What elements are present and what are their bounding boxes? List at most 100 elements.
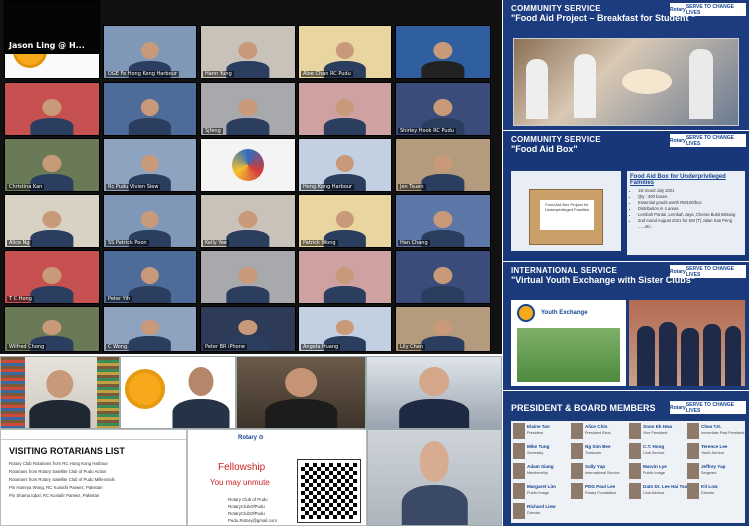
participant-tile[interactable] bbox=[4, 82, 100, 136]
member-photo bbox=[571, 483, 583, 499]
member-role: Club Service bbox=[643, 451, 665, 455]
participant-tile[interactable]: Angela Huang bbox=[298, 306, 392, 352]
member-name: Alice Chin bbox=[585, 424, 608, 429]
youth-exchange-card: Youth Exchange bbox=[511, 300, 626, 386]
participant-tile[interactable]: Patrick Wong bbox=[298, 194, 392, 248]
participant-tile[interactable]: Rc Pudu Vivien Siew bbox=[103, 138, 197, 192]
participant-tile[interactable]: Jen Tsuen bbox=[395, 138, 491, 192]
member-photo bbox=[629, 483, 641, 499]
member-photo bbox=[687, 463, 699, 479]
social-link[interactable]: Pudu.Rotary@gmail.com bbox=[228, 517, 300, 524]
board-member: Margaret Lim Public Image bbox=[513, 483, 569, 501]
member-name: Adam Siang bbox=[527, 464, 554, 469]
participant-tile[interactable] bbox=[298, 82, 392, 136]
member-name: Elaine Tan bbox=[527, 424, 550, 429]
board-member: Sally Yap International Service bbox=[571, 463, 627, 481]
participant-tile[interactable]: Peter BR iPhone bbox=[200, 306, 296, 352]
member-name: Chea T.K. bbox=[701, 424, 722, 429]
social-link[interactable]: RotaryClubOfPudu bbox=[228, 503, 300, 510]
bullet-list: 1st round July 2021Qty : 300 boxesEssent… bbox=[630, 188, 742, 230]
member-name: Soon Ek Hwa bbox=[643, 424, 673, 429]
students-photo bbox=[629, 300, 745, 386]
member-photo bbox=[513, 443, 525, 459]
member-role: President bbox=[527, 431, 544, 435]
member-photo bbox=[629, 423, 641, 439]
member-role: Secretary bbox=[527, 451, 544, 455]
participant-tile[interactable] bbox=[200, 138, 296, 192]
visiting-title: VISITING ROTARIANS LIST bbox=[9, 446, 125, 456]
social-link[interactable]: RotaryClubOfPudu bbox=[228, 510, 300, 517]
member-photo bbox=[687, 423, 699, 439]
social-link[interactable]: Rotary Club of Pudu bbox=[228, 496, 300, 503]
participant-tile[interactable]: C Wong bbox=[103, 306, 197, 352]
member-role: Director bbox=[701, 491, 715, 495]
participant-tile[interactable]: Peter Yih bbox=[103, 250, 197, 304]
participant-avatar bbox=[29, 369, 91, 428]
participant-name: Sjfeng bbox=[203, 128, 223, 134]
participant-name: Jen Tsuen bbox=[398, 184, 426, 190]
participant-avatar bbox=[323, 266, 367, 303]
participant-avatar bbox=[399, 366, 469, 428]
fellowship-title: Fellowship bbox=[218, 462, 266, 473]
visiting-item: Rotary Club Rotarians from RC Hong Kong … bbox=[9, 461, 108, 466]
participant-tile[interactable] bbox=[103, 82, 197, 136]
breakfast-photo bbox=[513, 38, 739, 126]
participant-tile[interactable]: Jason Ling @ H... bbox=[4, 0, 100, 54]
participant-tile[interactable] bbox=[395, 25, 491, 79]
slide-food-aid-box: COMMUNITY SERVICE "Food Aid Box" Rotary S… bbox=[503, 131, 749, 261]
participant-name: Peter Yih bbox=[106, 296, 133, 302]
rotary-badge: Rotary SERVE TO CHANGE LIVES bbox=[670, 134, 746, 147]
participant-avatar bbox=[226, 210, 270, 247]
participant-tile[interactable]: Aloe Chan RC Pudu bbox=[298, 25, 392, 79]
participant-tile[interactable] bbox=[298, 250, 392, 304]
speaker-red-tile bbox=[367, 429, 502, 526]
participant-name: Rc Pudu Vivien Siew bbox=[106, 184, 161, 190]
rotary-wheel-icon bbox=[125, 369, 165, 409]
participant-name: Aloe Chan RC Pudu bbox=[301, 71, 353, 77]
visiting-item: Rotarians from Rotary Satellite Club of … bbox=[9, 477, 115, 482]
participant-tile[interactable]: Wilfred Chong bbox=[4, 306, 100, 352]
globe-logo-icon bbox=[232, 149, 264, 181]
member-role: Rotary Foundation bbox=[585, 491, 617, 495]
participant-name: Lily Chan bbox=[398, 344, 426, 350]
member-name: Marvin Lye bbox=[643, 464, 667, 469]
participant-tile[interactable]: Christina Kan bbox=[4, 138, 100, 192]
member-role: Public Image bbox=[527, 491, 549, 495]
member-role: President Elect bbox=[585, 431, 611, 435]
participant-avatar bbox=[421, 41, 465, 78]
participant-avatar bbox=[128, 98, 172, 135]
member-photo bbox=[629, 463, 641, 479]
participant-tile[interactable]: DGE Fe Hong Kong Harbour bbox=[103, 25, 197, 79]
participant-avatar bbox=[421, 154, 465, 191]
board-member: Mike Tung Secretary bbox=[513, 443, 569, 461]
member-role: Sergeant bbox=[701, 471, 717, 475]
participant-tile[interactable]: T C Hong bbox=[4, 250, 100, 304]
unmute-hint: You may unmute bbox=[210, 478, 270, 487]
visiting-item: Pin Hamrya Wong, RC Kuniafir Parwez, Pak… bbox=[9, 485, 103, 490]
member-photo bbox=[687, 483, 699, 499]
host-tile bbox=[236, 356, 366, 429]
participant-tile[interactable]: SS Patrick Poon bbox=[103, 194, 197, 248]
participant-name: Patrick Wong bbox=[301, 240, 338, 246]
board-member: Kit Low Director bbox=[687, 483, 743, 501]
participant-tile[interactable]: Han Chang bbox=[395, 194, 491, 248]
member-photo bbox=[571, 463, 583, 479]
participant-name: Wilfred Chong bbox=[7, 344, 47, 350]
member-photo bbox=[629, 443, 641, 459]
member-name: PDG Paul Lee bbox=[585, 484, 616, 489]
participant-tile[interactable]: Alice Ng bbox=[4, 194, 100, 248]
participant-tile[interactable]: Hann Yung bbox=[200, 25, 296, 79]
participant-tile[interactable]: Sjfeng bbox=[200, 82, 296, 136]
participant-tile[interactable]: Hong Kong Harbour bbox=[298, 138, 392, 192]
member-photo bbox=[513, 483, 525, 499]
participant-tile[interactable] bbox=[395, 250, 491, 304]
participant-avatar bbox=[128, 266, 172, 303]
slide-community-breakfast: COMMUNITY SERVICE "Food Aid Project – Br… bbox=[503, 0, 749, 130]
board-member: Soon Ek Hwa Vice President bbox=[629, 423, 685, 441]
zoom-gallery: DGE Fe Hong Kong Harbour Hann Yung Aloe Ch… bbox=[0, 0, 502, 354]
participant-tile[interactable]: Kelly Yee bbox=[200, 194, 296, 248]
participant-tile[interactable]: Shirley Hook RC Pudu bbox=[395, 82, 491, 136]
participant-tile[interactable] bbox=[200, 250, 296, 304]
participant-avatar bbox=[421, 320, 465, 351]
participant-tile[interactable]: Lily Chan bbox=[395, 306, 491, 352]
